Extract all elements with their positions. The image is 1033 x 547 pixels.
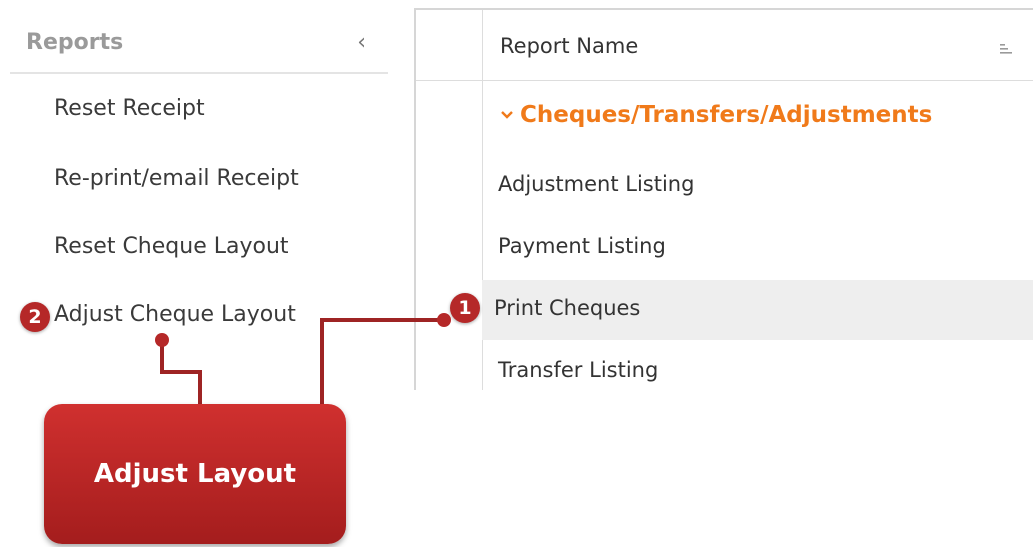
grid-header: Report Name	[416, 10, 1033, 81]
callout-label: Adjust Layout	[93, 459, 297, 489]
table-row-payment-listing[interactable]: Payment Listing	[482, 218, 1033, 278]
group-label: Cheques/Transfers/Adjustments	[520, 102, 933, 128]
menu-item-reprint-email-receipt[interactable]: Re-print/email Receipt	[54, 166, 299, 191]
step-badge-2: 2	[20, 302, 50, 332]
sort-icon[interactable]	[999, 42, 1013, 56]
row-label: Print Cheques	[494, 296, 641, 320]
report-grid: Report Name Cheques/Transfers/Adjustment…	[414, 8, 1033, 390]
adjust-layout-callout: Adjust Layout	[44, 404, 346, 544]
menu-item-reset-cheque-layout[interactable]: Reset Cheque Layout	[54, 234, 289, 259]
table-row-adjustment-listing[interactable]: Adjustment Listing	[482, 156, 1033, 216]
column-header-report-name[interactable]: Report Name	[500, 34, 638, 58]
reports-sidebar: Reports ‹ Reset Receipt Re-print/email R…	[0, 0, 390, 400]
chevron-down-icon[interactable]	[500, 110, 514, 120]
sidebar-header: Reports ‹	[10, 24, 388, 74]
menu-item-adjust-cheque-layout[interactable]: Adjust Cheque Layout	[54, 302, 296, 327]
row-label: Adjustment Listing	[498, 172, 695, 196]
row-label: Transfer Listing	[498, 358, 659, 382]
menu-item-reset-receipt[interactable]: Reset Receipt	[54, 96, 205, 121]
group-row-cheques-transfers-adjustments[interactable]: Cheques/Transfers/Adjustments	[482, 80, 1033, 146]
table-row-print-cheques[interactable]: Print Cheques	[482, 280, 1033, 340]
step-badge-1: 1	[450, 293, 480, 323]
table-row-transfer-listing[interactable]: Transfer Listing	[482, 342, 1033, 402]
row-label: Payment Listing	[498, 234, 666, 258]
sidebar-title: Reports	[26, 30, 124, 55]
chevron-left-icon[interactable]: ‹	[357, 30, 366, 55]
